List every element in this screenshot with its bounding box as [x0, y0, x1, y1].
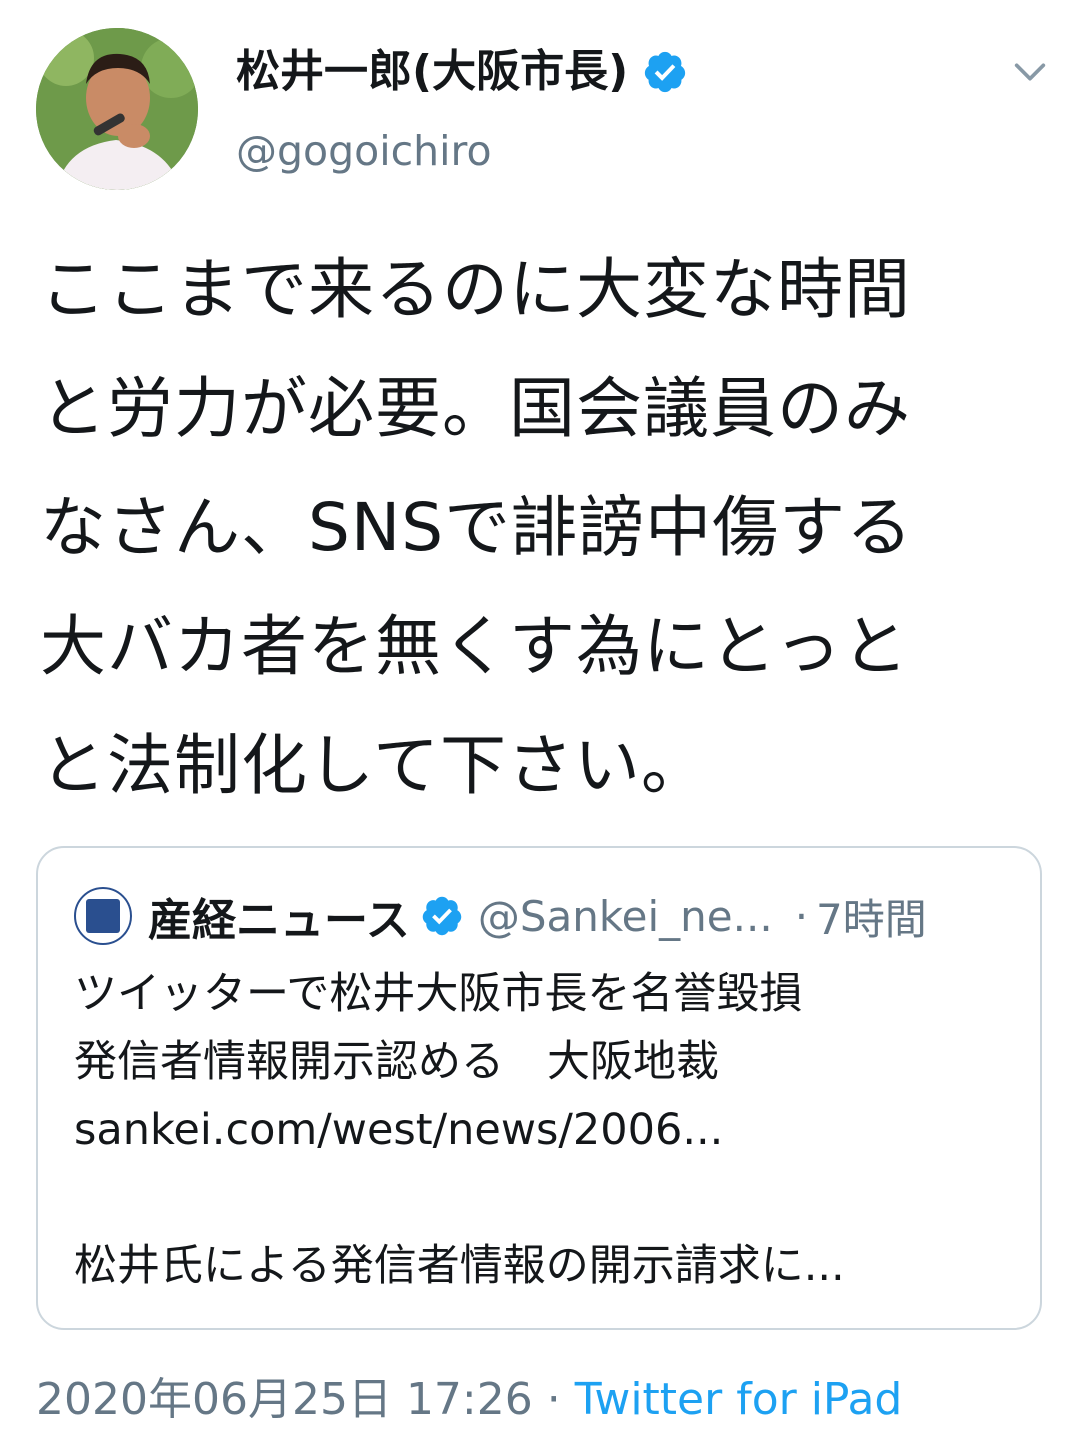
quoted-spacer [74, 1164, 1014, 1232]
quoted-tweet-card[interactable]: 産経ニュース @Sankei_ne... · 7時間 ツイッターで松井大阪市長を… [36, 846, 1042, 1330]
author-display-name[interactable]: 松井一郎(大阪市長) [236, 40, 688, 104]
tweet-line: なさん、SNSで誹謗中傷する [40, 489, 914, 566]
quoted-tweet-header: 産経ニュース @Sankei_ne... · 7時間 [74, 886, 1010, 946]
verified-badge-icon [422, 896, 462, 936]
avatar-photo [36, 28, 198, 190]
tweet-meta: 2020年06月25日 17:26 · Twitter for iPad [36, 1368, 902, 1432]
tweet-text: ここまで来るのに大変な時間 と労力が必要。国会議員のみ なさん、SNSで誹謗中傷… [40, 230, 1050, 825]
quoted-line: ツイッターで松井大阪市長を名誉毀損 [74, 969, 803, 1019]
quoted-author-avatar [74, 887, 132, 945]
quoted-author-handle: @Sankei_ne... [477, 891, 773, 941]
quoted-author-name: 産経ニュース [148, 895, 410, 946]
quoted-tweet-time: 7時間 [816, 894, 927, 944]
author-avatar[interactable] [36, 28, 198, 190]
chevron-down-icon[interactable] [1010, 52, 1050, 92]
tweet-line: と法制化して下さい。 [40, 727, 709, 804]
quoted-line: 発信者情報開示認める 大阪地裁 [74, 1037, 719, 1087]
author-handle[interactable]: @gogoichiro [236, 122, 492, 180]
tweet-line: と労力が必要。国会議員のみ [40, 370, 911, 447]
tweet-line: ここまで来るのに大変な時間 [40, 251, 911, 328]
quoted-tweet-body: ツイッターで松井大阪市長を名誉毀損 発信者情報開示認める 大阪地裁 sankei… [74, 960, 1014, 1300]
tweet-client-link[interactable]: Twitter for iPad [575, 1374, 903, 1425]
tweet-timestamp: 2020年06月25日 17:26 [36, 1374, 533, 1425]
separator-dot: · [794, 891, 809, 941]
author-name-text: 松井一郎(大阪市長) [236, 46, 629, 97]
quoted-link: sankei.com/west/news/2006... [74, 1105, 724, 1155]
verified-badge-icon [645, 51, 686, 93]
separator-dot: · [546, 1374, 561, 1425]
sankei-logo-icon [86, 899, 120, 933]
quoted-line: 松井氏による発信者情報の開示請求に... [74, 1241, 845, 1291]
tweet-line: 大バカ者を無くす為にとっと [40, 608, 910, 685]
